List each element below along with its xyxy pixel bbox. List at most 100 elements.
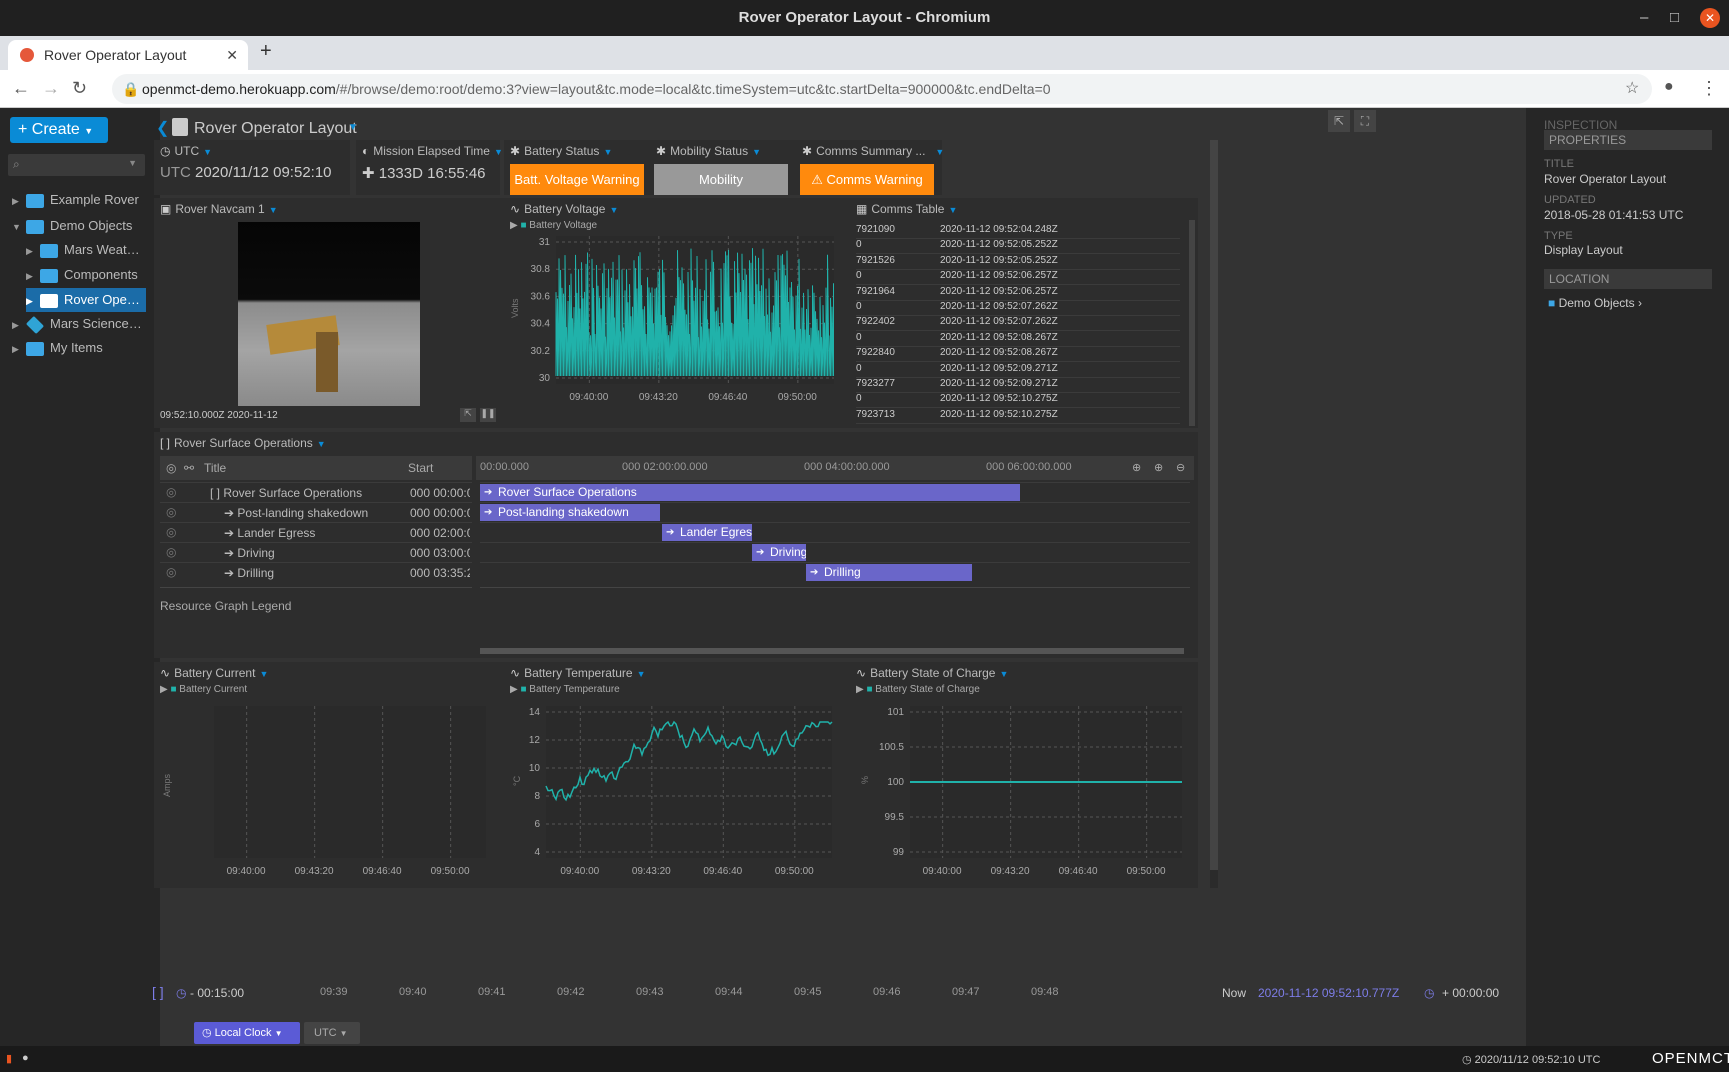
- minimize-icon[interactable]: –: [1640, 0, 1648, 36]
- pin-icon[interactable]: ◎: [166, 485, 176, 499]
- conductor-tick: 09:40: [399, 986, 427, 998]
- search-icon: ⌕: [13, 157, 20, 171]
- profile-icon[interactable]: ●: [1664, 78, 1674, 96]
- zoom-fit-icon[interactable]: ⊕: [1132, 461, 1141, 474]
- table-cell: 2020-11-12 09:52:06.257Z: [940, 285, 1058, 297]
- timeline-row[interactable]: ◎ ➔ Lander Egress 000 02:00:0: [160, 522, 472, 542]
- back-icon[interactable]: ←: [12, 78, 30, 99]
- browser-tab[interactable]: Rover Operator Layout ✕: [8, 40, 248, 70]
- battery-voltage-plot[interactable]: 09:40:00 09:43:20 09:46:40 09:50:00 31 30.8 30…: [504, 198, 850, 428]
- end-delta[interactable]: + 00:00:00: [1442, 986, 1499, 1000]
- battery-current-plot[interactable]: 09:40:00 09:43:20 09:46:40 09:50:00: [154, 662, 504, 888]
- tree-item-mars-weather[interactable]: ▶ Mars Weat…: [26, 238, 140, 262]
- pin-icon[interactable]: ◎: [166, 461, 176, 475]
- timeline-row-title: ➔ Drilling: [224, 566, 275, 580]
- conductor-mode-icon[interactable]: [ ]: [152, 984, 164, 1000]
- y-tick-label: 14: [529, 707, 541, 718]
- table-row: 0 2020-11-12 09:52:06.257Z: [856, 270, 1180, 286]
- bookmark-star-icon[interactable]: ☆: [1625, 78, 1639, 98]
- page-title: Rover Operator Layout: [194, 120, 357, 137]
- link-icon[interactable]: ⚯: [184, 461, 194, 475]
- navcam-timestamp: 09:52:10.000Z 2020-11-12: [160, 410, 278, 421]
- tree-item-components[interactable]: ▶ Components: [26, 263, 138, 287]
- pin-icon[interactable]: ◎: [166, 505, 176, 519]
- zoom-in-icon[interactable]: ⊕: [1154, 461, 1163, 474]
- pause-icon[interactable]: ❚❚: [480, 408, 496, 422]
- activity-bar[interactable]: Lander Egress: [662, 524, 752, 541]
- asterisk-icon: ✱: [510, 144, 521, 158]
- reload-icon[interactable]: ↻: [72, 78, 87, 99]
- create-button[interactable]: + Create ▼: [10, 117, 108, 143]
- clock-mode-button[interactable]: ◷ Local Clock ▼: [194, 1022, 300, 1044]
- new-window-icon[interactable]: ⇱: [460, 408, 476, 422]
- properties-section[interactable]: PROPERTIES: [1544, 130, 1712, 150]
- close-window-icon[interactable]: ✕: [1700, 8, 1720, 28]
- timeline-row[interactable]: ◎ ➔ Drilling 000 03:35:2: [160, 562, 472, 582]
- new-window-icon[interactable]: ⇱: [1328, 110, 1350, 132]
- now-value[interactable]: 2020-11-12 09:52:10.777Z: [1258, 986, 1399, 1000]
- alert-icon[interactable]: ▮: [6, 1052, 12, 1065]
- battery-soc-plot[interactable]: 09:40:00 09:43:20 09:46:40 09:50:00 101 100.5…: [850, 662, 1198, 888]
- timeline-row[interactable]: ◎ [ ] Rover Surface Operations 000 00:00:0: [160, 482, 472, 502]
- tree-search-input[interactable]: ⌕ ▼: [8, 154, 145, 176]
- table-cell: 2020-11-12 09:52:10.275Z: [940, 408, 1058, 420]
- timeline-row-title: ➔ Post-landing shakedown: [224, 506, 369, 520]
- panel-title: ▦ Comms Table ▼: [856, 202, 958, 216]
- location-link[interactable]: ■ Demo Objects ›: [1548, 296, 1642, 310]
- layout-scrollbar[interactable]: [1210, 140, 1218, 888]
- create-button-label: Create: [31, 121, 80, 138]
- tree-item-demo-objects[interactable]: ▼ Demo Objects: [12, 214, 132, 238]
- pin-icon[interactable]: ◎: [166, 525, 176, 539]
- close-tab-icon[interactable]: ✕: [226, 40, 238, 70]
- column-title[interactable]: Title: [204, 461, 226, 475]
- pin-icon[interactable]: ◎: [166, 565, 176, 579]
- column-start[interactable]: Start: [408, 461, 433, 475]
- x-tick-label: 09:46:40: [363, 866, 402, 877]
- start-delta[interactable]: - 00:15:00: [190, 986, 244, 1000]
- clock-value: UTC 2020/11/12 09:52:10: [160, 164, 332, 181]
- zoom-out-icon[interactable]: ⊖: [1176, 461, 1185, 474]
- conductor-tick: 09:45: [794, 986, 822, 998]
- tree-item-label: Demo Objects: [50, 218, 133, 233]
- title-menu-chevron-icon[interactable]: ▼: [348, 122, 358, 133]
- battery-temperature-panel: ∿ Battery Temperature ▼ ▶ ■ Battery Temper…: [504, 662, 850, 888]
- conductor-tick: 09:43: [636, 986, 664, 998]
- timeline-row[interactable]: ◎ ➔ Post-landing shakedown 000 00:00:0: [160, 502, 472, 522]
- activity-bar[interactable]: Rover Surface Operations: [480, 484, 1020, 501]
- tree-item-mars-science[interactable]: ▶ Mars Science…: [12, 312, 142, 336]
- time-system-button[interactable]: UTC ▼: [304, 1022, 360, 1044]
- timeline-tick: 000 04:00:00.000: [804, 461, 890, 473]
- fullscreen-icon[interactable]: ⛶: [1354, 110, 1376, 132]
- maximize-icon[interactable]: □: [1670, 0, 1679, 36]
- activity-bar[interactable]: Drilling: [806, 564, 972, 581]
- tree-item-example-rover[interactable]: ▶ Example Rover: [12, 188, 139, 212]
- table-cell: 7923713: [856, 408, 895, 420]
- y-tick-label: 30.6: [531, 291, 551, 302]
- activity-bar[interactable]: Driving: [752, 544, 806, 561]
- tree-item-label: Mars Science…: [50, 316, 142, 331]
- new-tab-icon[interactable]: +: [260, 40, 272, 63]
- table-row: 7922402 2020-11-12 09:52:07.262Z: [856, 316, 1180, 332]
- image-icon: ▣: [160, 202, 172, 216]
- url-field[interactable]: 🔒 openmct-demo.herokuapp.com/#/browse/de…: [112, 74, 1652, 104]
- x-tick-label: 09:40:00: [923, 866, 962, 877]
- layout-icon: [40, 293, 58, 308]
- battery-temperature-plot[interactable]: 09:40:00 09:43:20 09:46:40 09:50:00 14 12 10 8 6…: [504, 662, 850, 888]
- x-tick-label: 09:46:40: [708, 392, 747, 403]
- timeline-row-title: [ ] Rover Surface Operations: [210, 486, 363, 500]
- timeline-row[interactable]: ◎ ➔ Driving 000 03:00:0: [160, 542, 472, 562]
- collapse-tree-icon[interactable]: ❮: [156, 118, 169, 138]
- tree-item-rover-operator[interactable]: ▶ Rover Ope…: [26, 288, 146, 312]
- tree-item-my-items[interactable]: ▶ My Items: [12, 336, 103, 360]
- activity-bar[interactable]: Post-landing shakedown: [480, 504, 660, 521]
- conductor-axis[interactable]: 09:39 09:40 09:41 09:42 09:43 09:44 09:45 09:46…: [320, 986, 1080, 1002]
- indicator-icon[interactable]: ●: [22, 1052, 29, 1064]
- forward-icon[interactable]: →: [42, 78, 60, 99]
- pin-icon[interactable]: ◎: [166, 545, 176, 559]
- menu-icon[interactable]: ⋮: [1700, 78, 1718, 99]
- table-scrollbar[interactable]: [1189, 220, 1195, 426]
- table-row: 7923277 2020-11-12 09:52:09.271Z: [856, 378, 1180, 393]
- table-cell: 0: [856, 239, 862, 251]
- timeline-h-scrollbar[interactable]: [480, 648, 1184, 654]
- location-section[interactable]: LOCATION: [1544, 269, 1712, 289]
